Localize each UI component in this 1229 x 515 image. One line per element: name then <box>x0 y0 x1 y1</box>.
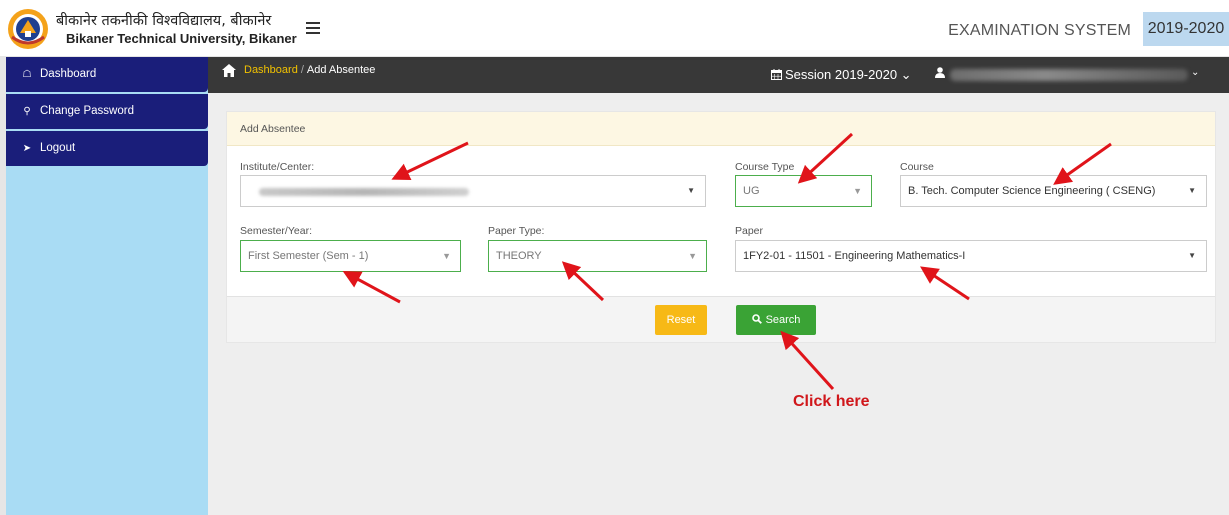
chevron-down-icon: ▼ <box>442 251 451 261</box>
sidebar-item-label: Change Password <box>40 105 134 117</box>
session-dropdown[interactable]: Session 2019-2020 ⌄ <box>771 67 912 83</box>
breadcrumb-separator: / <box>300 64 304 76</box>
sidebar-item-change-password[interactable]: ⚲ Change Password <box>6 94 208 129</box>
chevron-down-icon: ▼ <box>687 186 695 195</box>
chevron-down-icon: ▼ <box>1188 251 1196 260</box>
sidebar-item-label: Logout <box>40 142 76 154</box>
sidebar-item-logout[interactable]: ➤ Logout <box>6 131 208 166</box>
paper-label: Paper <box>735 225 764 237</box>
key-icon: ⚲ <box>23 106 31 117</box>
form-actions: Reset Search <box>227 296 1215 342</box>
semester-label: Semester/Year: <box>240 225 312 237</box>
paper-select[interactable]: 1FY2-01 - 11501 - Engineering Mathematic… <box>735 240 1207 272</box>
top-header: बीकानेर तकनीकी विश्वविद्यालय, बीकानेर Bi… <box>0 0 1229 57</box>
breadcrumb-dashboard-link[interactable]: Dashboard <box>244 64 298 76</box>
chevron-down-icon: ▼ <box>853 186 862 196</box>
course-type-select[interactable]: UG ▼ <box>735 175 872 207</box>
chevron-down-icon: ▼ <box>1188 186 1196 195</box>
university-name-hindi: बीकानेर तकनीकी विश्वविद्यालय, बीकानेर <box>56 13 272 29</box>
session-label: Session <box>785 67 832 82</box>
session-value: 2019-2020 <box>834 67 898 82</box>
home-icon[interactable] <box>222 64 236 77</box>
paper-type-select[interactable]: THEORY ▼ <box>488 240 707 272</box>
user-icon <box>935 67 945 78</box>
add-absentee-panel: Add Absentee Institute/Center: ▼ Course … <box>226 111 1216 343</box>
reset-button[interactable]: Reset <box>655 305 707 335</box>
paper-type-label: Paper Type: <box>488 225 545 237</box>
chevron-down-icon[interactable]: ⌄ <box>1191 67 1199 78</box>
click-here-annotation: Click here <box>793 393 870 410</box>
page: बीकानेर तकनीकी विश्वविद्यालय, बीकानेर Bi… <box>0 0 1229 515</box>
institute-value-redacted <box>259 188 469 196</box>
university-logo <box>8 9 48 49</box>
institute-label: Institute/Center: <box>240 161 315 173</box>
chevron-down-icon: ▼ <box>688 251 697 261</box>
course-select[interactable]: B. Tech. Computer Science Engineering ( … <box>900 175 1207 207</box>
course-value: B. Tech. Computer Science Engineering ( … <box>908 185 1156 197</box>
breadcrumb-current: Add Absentee <box>306 64 376 76</box>
search-icon <box>751 314 762 324</box>
paper-value: 1FY2-01 - 11501 - Engineering Mathematic… <box>743 250 966 262</box>
panel-title: Add Absentee <box>227 112 1215 146</box>
course-label: Course <box>900 161 934 173</box>
semester-select[interactable]: First Semester (Sem - 1) ▼ <box>240 240 461 272</box>
calendar-icon <box>771 69 782 80</box>
main-content: Add Absentee Institute/Center: ▼ Course … <box>208 93 1229 515</box>
session-badge: 2019-2020 <box>1143 12 1229 46</box>
logout-icon: ➤ <box>22 143 32 154</box>
sidebar: ☖ Dashboard ⚲ Change Password ➤ Logout <box>6 57 208 515</box>
breadcrumb-bar: Dashboard / Add Absentee Session 2019-2020… <box>208 57 1229 93</box>
search-button[interactable]: Search <box>736 305 816 335</box>
institute-select[interactable]: ▼ <box>240 175 706 207</box>
home-icon: ☖ <box>22 69 32 80</box>
paper-type-value: THEORY <box>496 250 542 262</box>
system-title: EXAMINATION SYSTEM <box>948 22 1131 39</box>
university-name-english: Bikaner Technical University, Bikaner <box>66 31 297 46</box>
sidebar-item-label: Dashboard <box>40 68 97 80</box>
menu-toggle-icon[interactable] <box>306 22 320 34</box>
breadcrumb: Dashboard / Add Absentee <box>244 64 375 76</box>
chevron-down-icon: ⌄ <box>900 67 912 82</box>
course-type-label: Course Type <box>735 161 795 173</box>
user-name-redacted[interactable] <box>950 69 1188 81</box>
search-button-label: Search <box>765 314 801 326</box>
sidebar-item-dashboard[interactable]: ☖ Dashboard <box>6 57 208 92</box>
semester-value: First Semester (Sem - 1) <box>248 250 369 262</box>
course-type-value: UG <box>743 185 760 197</box>
